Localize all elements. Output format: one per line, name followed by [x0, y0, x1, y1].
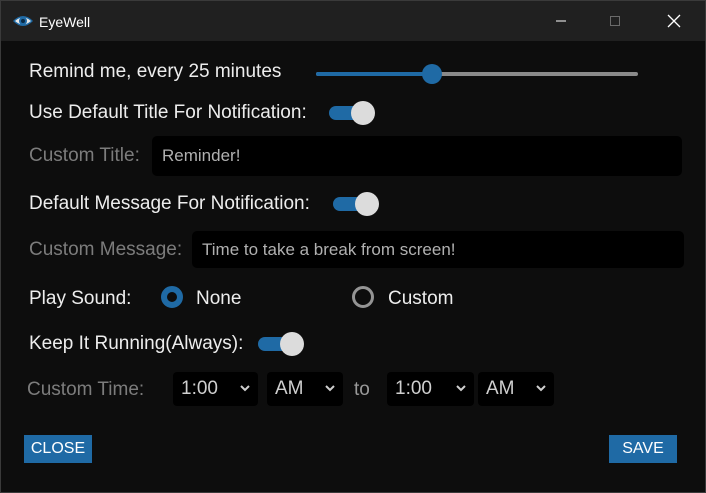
sound-none-label[interactable]: None: [196, 288, 241, 310]
switch-knob: [355, 192, 379, 216]
app-window: EyeWell Remind me, every 25 minutes Use …: [0, 0, 706, 493]
default-message-label: Default Message For Notification:: [29, 193, 310, 214]
window-title: EyeWell: [39, 14, 91, 30]
custom-message-input[interactable]: [192, 231, 684, 268]
close-icon: [667, 14, 681, 28]
sound-none-radio[interactable]: [161, 286, 183, 308]
custom-title-input[interactable]: [152, 136, 682, 176]
maximize-icon: [610, 16, 620, 26]
end-hour-value: 1:00: [395, 378, 432, 399]
save-button[interactable]: SAVE: [609, 435, 677, 463]
title-bar[interactable]: EyeWell: [1, 1, 705, 41]
maximize-button[interactable]: [587, 1, 643, 41]
settings-panel: Remind me, every 25 minutes Use Default …: [1, 41, 705, 492]
slider-thumb[interactable]: [421, 64, 442, 84]
minimize-button[interactable]: [533, 1, 589, 41]
end-period-value: AM: [486, 378, 515, 399]
reminder-label: Remind me, every 25 minutes: [29, 61, 282, 82]
keep-running-label: Keep It Running(Always):: [29, 333, 244, 354]
start-period-value: AM: [275, 378, 304, 399]
eye-icon: [13, 16, 33, 26]
custom-title-field[interactable]: [152, 136, 682, 176]
default-message-switch[interactable]: [333, 192, 381, 216]
chevron-down-icon: [325, 385, 335, 392]
close-window-button[interactable]: [646, 1, 702, 41]
custom-message-label: Custom Message:: [29, 239, 183, 260]
reminder-slider[interactable]: [316, 64, 638, 84]
slider-fill: [316, 72, 432, 76]
custom-title-label: Custom Title:: [29, 145, 140, 166]
end-period-select[interactable]: AM: [478, 372, 554, 406]
chevron-down-icon: [536, 385, 546, 392]
switch-knob: [280, 332, 304, 356]
default-title-switch[interactable]: [329, 101, 377, 125]
play-sound-label: Play Sound:: [29, 288, 132, 309]
end-hour-select[interactable]: 1:00: [387, 372, 474, 406]
close-button[interactable]: CLOSE: [24, 435, 92, 463]
start-hour-select[interactable]: 1:00: [173, 372, 258, 406]
custom-message-field[interactable]: [192, 231, 684, 268]
switch-knob: [351, 101, 375, 125]
time-separator: to: [354, 379, 370, 400]
minimize-icon: [556, 20, 566, 22]
keep-running-switch[interactable]: [258, 332, 306, 356]
start-hour-value: 1:00: [181, 378, 218, 399]
sound-custom-label[interactable]: Custom: [388, 288, 453, 310]
custom-time-label: Custom Time:: [27, 379, 145, 400]
sound-custom-radio[interactable]: [352, 286, 374, 308]
default-title-label: Use Default Title For Notification:: [29, 102, 307, 123]
start-period-select[interactable]: AM: [267, 372, 343, 406]
chevron-down-icon: [240, 385, 250, 392]
chevron-down-icon: [456, 385, 466, 392]
